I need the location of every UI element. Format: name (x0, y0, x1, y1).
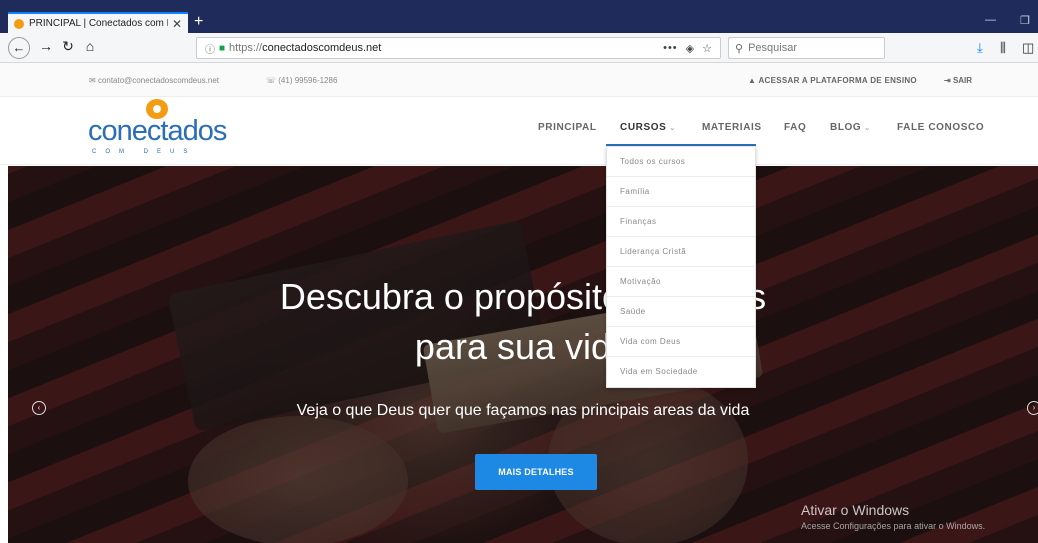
library-icon[interactable]: ⫼ (1000, 40, 1006, 56)
envelope-icon: ✉ (89, 76, 96, 85)
dropdown-item-familia[interactable]: Família (607, 177, 755, 207)
hero-slider: Descubra o propósito de Deus para sua vi… (8, 166, 1038, 543)
menu-item-fale-conosco[interactable]: FALE CONOSCO (897, 122, 984, 133)
logo-subtitle: COM DEUS (92, 149, 197, 155)
search-placeholder: Pesquisar (748, 42, 797, 54)
hero-title-line1: Descubra o propósito de Deus (279, 276, 767, 317)
browser-window: PRINCIPAL | Conectados com D ✕ + — ❐ ← →… (0, 0, 1038, 543)
chevron-down-icon: ⌄ (669, 125, 676, 132)
chevron-down-icon: ⌄ (864, 125, 871, 132)
tab-title: PRINCIPAL | Conectados com D (29, 18, 168, 29)
logout-link-text: SAIR (952, 76, 973, 85)
menu-item-cursos-label: CURSOS (620, 122, 667, 133)
navigation-bar: ← → ↻ ⌂ ⓘ ■ https:// conectadoscomdeus.n… (0, 33, 1038, 63)
logout-icon: ⇥ (944, 76, 951, 85)
previous-slide-icon[interactable]: ‹ (32, 401, 46, 415)
tab-bar: PRINCIPAL | Conectados com D ✕ + — ❐ (0, 0, 1038, 33)
active-menu-underline (606, 144, 756, 146)
graduation-cap-icon: ▲ (748, 76, 757, 85)
site-topbar: ✉ contato@conectadoscomdeus.net ☏ (41) 9… (0, 63, 1038, 97)
dropdown-item-todos[interactable]: Todos os cursos (607, 147, 755, 177)
menu-item-blog-label: BLOG (830, 122, 862, 133)
logo-wordmark: conectados (88, 115, 227, 147)
details-button[interactable]: MAIS DETALHES (475, 454, 597, 490)
dropdown-item-financas[interactable]: Finanças (607, 207, 755, 237)
lock-icon[interactable]: ■ (219, 43, 225, 54)
phone-icon: ☏ (266, 76, 277, 85)
contact-email[interactable]: ✉ contato@conectadoscomdeus.net (89, 76, 219, 85)
logout-link[interactable]: ⇥ SAIR (944, 76, 972, 85)
dropdown-item-saude[interactable]: Saúde (607, 297, 755, 327)
site-header: conectados COM DEUS PRINCIPAL CURSOS ⌄ MA… (0, 97, 1038, 165)
url-protocol: https:// (229, 42, 263, 54)
search-icon: ⚲ (735, 42, 744, 55)
download-icon[interactable]: ⤓ (977, 40, 983, 56)
hero-subtitle: Veja o que Deus quer que façamos nas pri… (296, 402, 750, 419)
reload-button[interactable]: ↻ (58, 38, 78, 55)
close-tab-icon[interactable]: ✕ (172, 17, 182, 31)
back-button[interactable]: ← (8, 37, 30, 59)
contact-phone[interactable]: ☏ (41) 99596-1286 (266, 76, 337, 85)
info-icon[interactable]: ⓘ (205, 41, 215, 56)
dropdown-item-vida-sociedade[interactable]: Vida em Sociedade (607, 357, 755, 387)
dropdown-item-vida-deus[interactable]: Vida com Deus (607, 327, 755, 357)
contact-email-text: contato@conectadoscomdeus.net (97, 76, 220, 85)
site-logo[interactable]: conectados COM DEUS (88, 99, 238, 161)
hero-title-line2: para sua vida (414, 326, 632, 367)
windows-watermark-title: Ativar o Windows (801, 502, 910, 518)
menu-item-materiais[interactable]: MATERIAIS (702, 122, 762, 133)
menu-item-blog[interactable]: BLOG ⌄ (830, 122, 871, 133)
pocket-icon[interactable]: ◈ (686, 42, 694, 55)
bookmark-star-icon[interactable]: ☆ (702, 42, 712, 55)
home-button[interactable]: ⌂ (80, 38, 100, 54)
new-tab-button[interactable]: + (194, 13, 203, 31)
url-host: conectadoscomdeus.net (262, 42, 382, 54)
menu-item-cursos[interactable]: CURSOS ⌄ (620, 122, 676, 133)
url-bar[interactable]: ⓘ ■ https:// conectadoscomdeus.net ••• ◈… (196, 37, 721, 59)
menu-item-faq[interactable]: FAQ (784, 122, 806, 133)
next-slide-icon[interactable]: › (1027, 401, 1038, 415)
site-favicon-icon (14, 18, 24, 29)
windows-watermark-text: Acesse Configurações para ativar o Windo… (801, 521, 986, 531)
platform-link[interactable]: ▲ ACESSAR A PLATAFORMA DE ENSINO (748, 76, 917, 85)
dropdown-item-lideranca[interactable]: Liderança Cristã (607, 237, 755, 267)
platform-link-text: ACESSAR A PLATAFORMA DE ENSINO (758, 76, 917, 85)
restore-icon[interactable]: ❐ (1020, 14, 1030, 27)
menu-item-principal[interactable]: PRINCIPAL (538, 122, 597, 133)
minimize-icon[interactable]: — (985, 14, 996, 26)
page-actions-icon[interactable]: ••• (663, 42, 678, 54)
contact-phone-text: (41) 99596-1286 (278, 76, 338, 85)
courses-dropdown: Todos os cursos Família Finanças Lideran… (606, 146, 756, 388)
forward-button[interactable]: → (36, 38, 56, 54)
search-input[interactable]: ⚲ Pesquisar (728, 37, 885, 59)
dropdown-item-motivacao[interactable]: Motivação (607, 267, 755, 297)
sidebar-icon[interactable]: ◫ (1022, 40, 1034, 56)
browser-tab[interactable]: PRINCIPAL | Conectados com D ✕ (8, 12, 188, 33)
